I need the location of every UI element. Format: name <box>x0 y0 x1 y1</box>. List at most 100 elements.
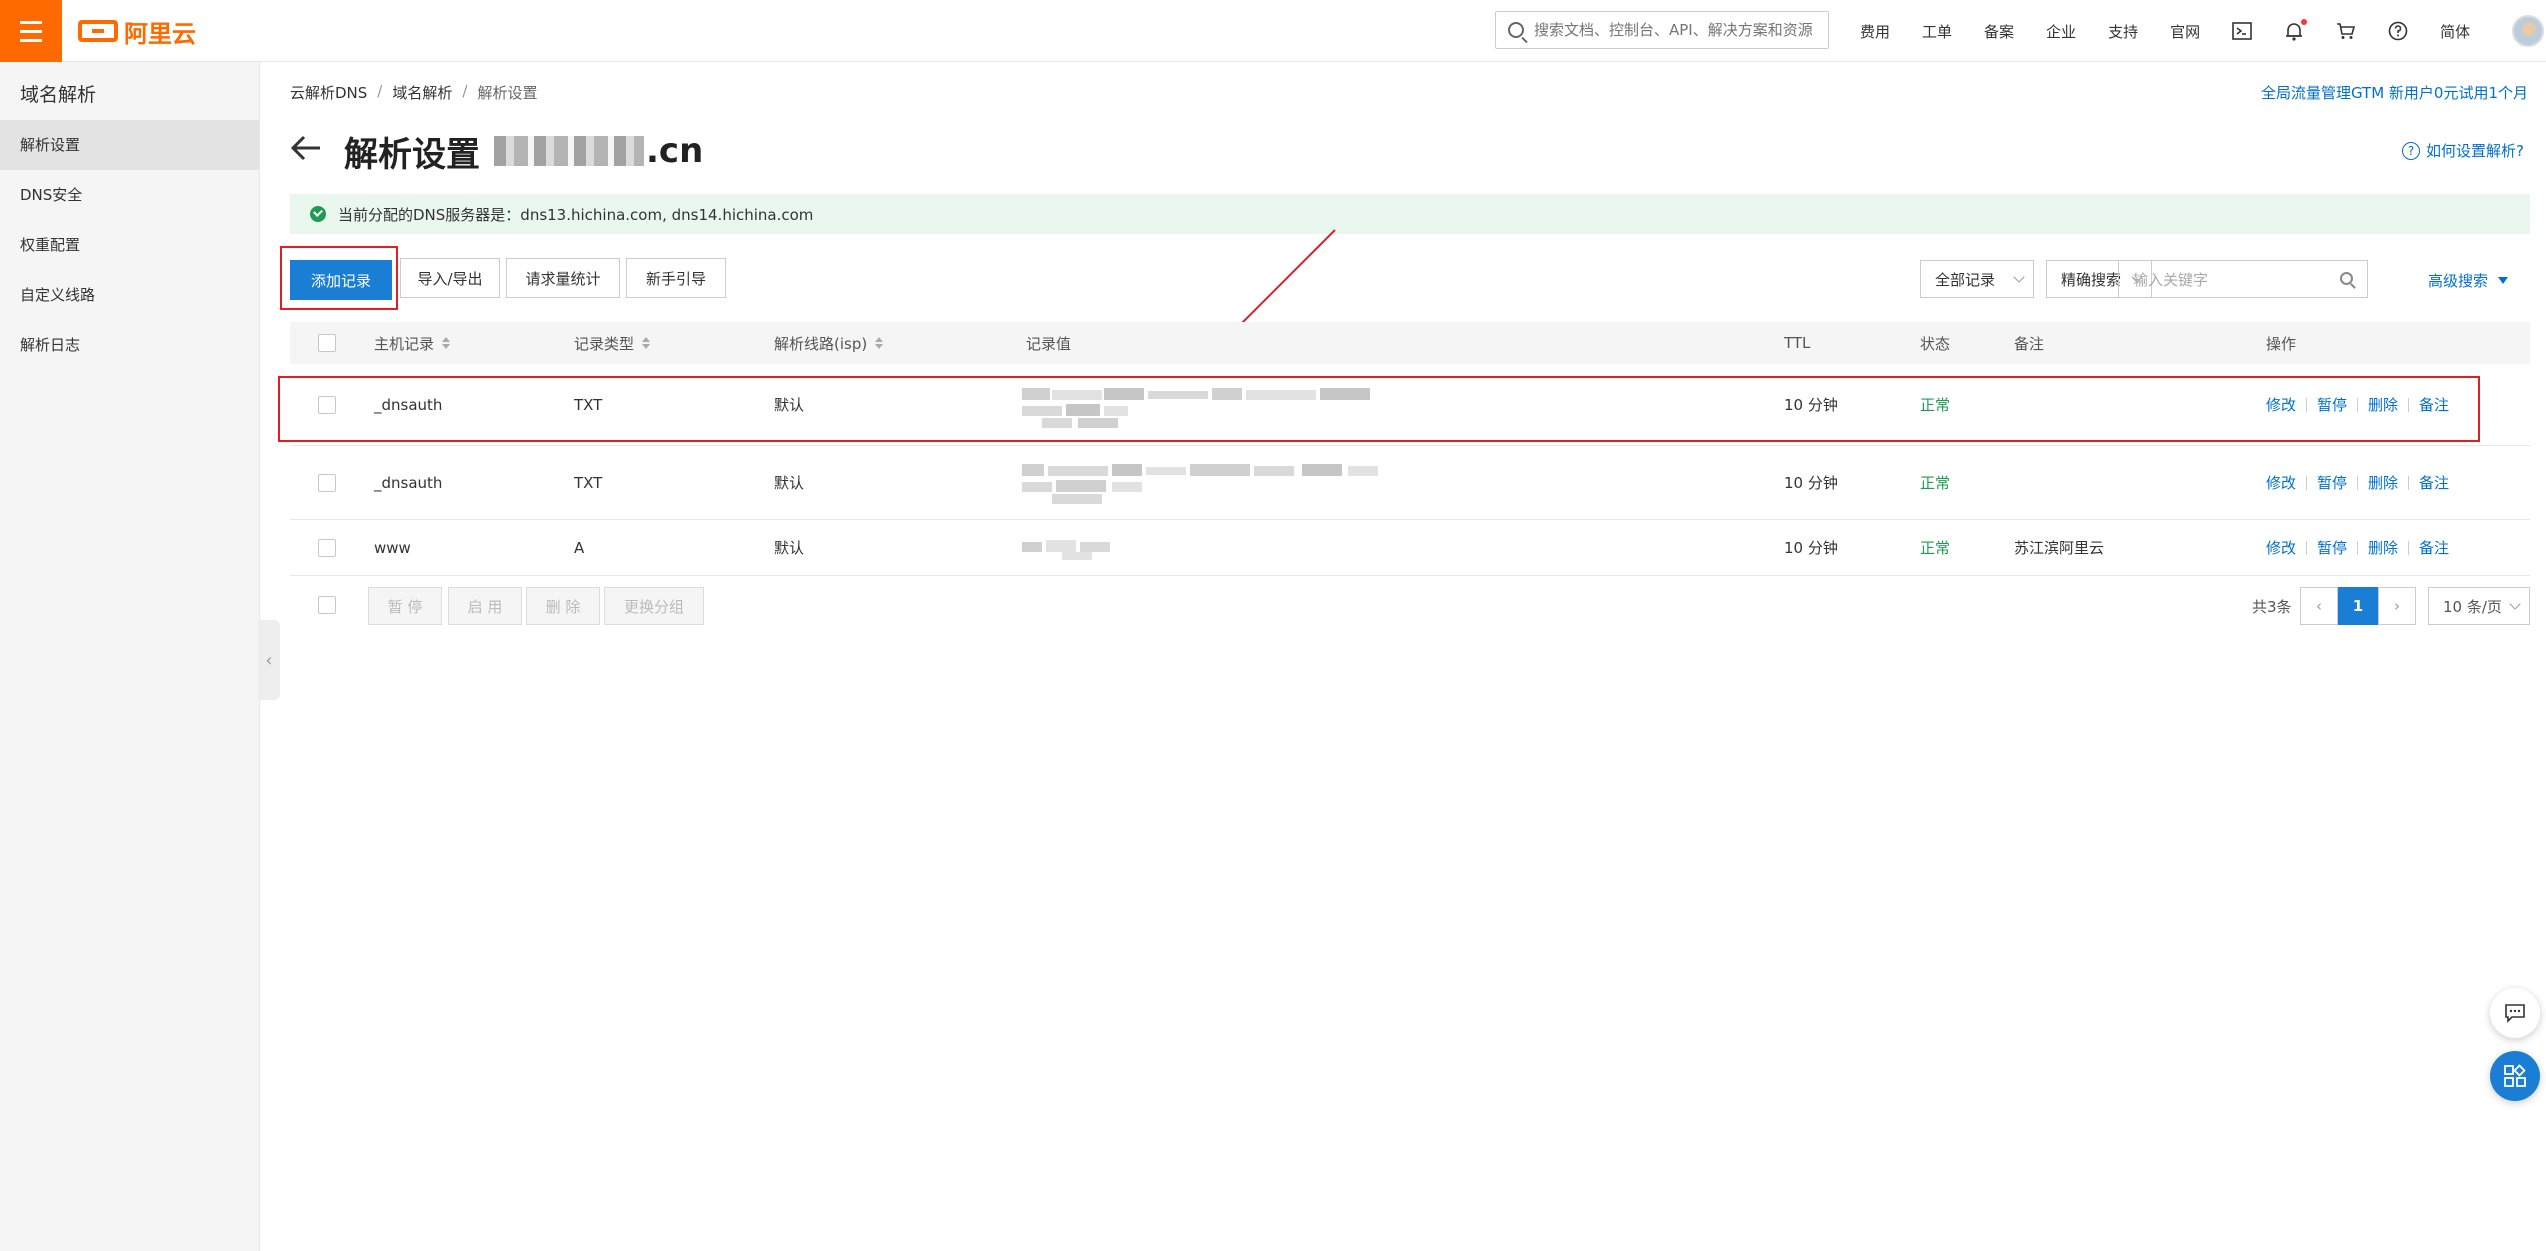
advanced-search-label: 高级搜索 <box>2428 272 2489 290</box>
header-host[interactable]: 主机记录 <box>374 322 451 364</box>
next-page-icon[interactable]: › <box>2378 587 2416 625</box>
edit-link[interactable]: 修改 <box>2266 537 2296 558</box>
edit-link[interactable]: 修改 <box>2266 472 2296 493</box>
change-group-button[interactable]: 更换分组 <box>604 587 704 625</box>
user-avatar[interactable] <box>2512 15 2544 47</box>
breadcrumb: 云解析DNS / 域名解析 / 解析设置 <box>290 82 537 103</box>
cell-host: _dnsauth <box>374 473 443 492</box>
status-badge: 正常 <box>1920 539 1951 557</box>
how-to-resolve-label: 如何设置解析? <box>2426 142 2524 160</box>
top-navbar: 阿里云 费用 工单 备案 企业 支持 官网 简体 <box>0 0 2546 62</box>
menu-icon[interactable] <box>0 0 62 62</box>
header-ttl: TTL <box>1784 334 1811 352</box>
import-export-button[interactable]: 导入/导出 <box>400 258 500 298</box>
language-switch[interactable]: 简体 <box>2440 21 2470 42</box>
pause-link[interactable]: 暂停 <box>2317 472 2347 493</box>
bulk-delete-button[interactable]: 删 除 <box>526 587 600 625</box>
delete-link[interactable]: 删除 <box>2368 472 2398 493</box>
chevron-down-icon <box>2013 271 2025 283</box>
header-type-label: 记录类型 <box>574 334 635 353</box>
header-line[interactable]: 解析线路(isp) <box>774 322 884 364</box>
header-host-label: 主机记录 <box>374 334 435 353</box>
request-stats-button[interactable]: 请求量统计 <box>506 258 620 298</box>
pause-link[interactable]: 暂停 <box>2317 537 2347 558</box>
row-actions: 修改 暂停 删除 备注 <box>2266 446 2449 519</box>
select-all-checkbox[interactable] <box>318 334 336 352</box>
delete-link[interactable]: 删除 <box>2368 537 2398 558</box>
row-checkbox[interactable] <box>318 538 336 557</box>
chat-icon[interactable] <box>2490 988 2540 1038</box>
redacted-record-value <box>1022 540 1110 560</box>
caret-down-icon <box>2498 277 2509 284</box>
breadcrumb-item-dns[interactable]: 云解析DNS <box>290 82 367 103</box>
sort-icon[interactable] <box>875 337 884 349</box>
gtm-promo-link[interactable]: 全局流量管理GTM 新用户0元试用1个月 <box>2261 82 2528 103</box>
terminal-icon[interactable] <box>2232 21 2252 41</box>
domain-suffix: .cn <box>646 131 704 171</box>
global-search-input[interactable] <box>1534 21 1814 39</box>
cell-type: TXT <box>574 473 603 492</box>
sidebar-item-dns-settings[interactable]: 解析设置 <box>0 120 259 170</box>
chevron-down-icon <box>2509 598 2521 610</box>
header-value: 记录值 <box>1026 334 1072 353</box>
breadcrumb-separator: / <box>377 82 383 100</box>
back-arrow-icon[interactable] <box>290 131 322 171</box>
cell-line: 默认 <box>774 539 805 557</box>
top-links: 费用 工单 备案 企业 支持 官网 简体 <box>1860 0 2502 62</box>
remark-link[interactable]: 备注 <box>2419 537 2449 558</box>
sidebar-item-weight[interactable]: 权重配置 <box>0 220 259 270</box>
bulk-enable-button[interactable]: 启 用 <box>448 587 522 625</box>
page-size-select[interactable]: 10 条/页 <box>2428 587 2530 625</box>
cart-icon[interactable] <box>2336 21 2356 41</box>
nav-link-icp[interactable]: 备案 <box>1984 21 2014 42</box>
nav-link-official[interactable]: 官网 <box>2170 21 2200 42</box>
page-number[interactable]: 1 <box>2338 587 2378 625</box>
page-size-value: 10 条/页 <box>2443 597 2502 616</box>
footer-select-all-checkbox[interactable] <box>318 596 336 614</box>
search-mode-value: 精确搜索 <box>2061 270 2122 289</box>
nav-link-support[interactable]: 支持 <box>2108 21 2138 42</box>
sort-icon[interactable] <box>642 337 651 349</box>
page-title: 解析设置 <box>344 134 480 175</box>
prev-page-icon[interactable]: ‹ <box>2300 587 2338 625</box>
breadcrumb-item-domain[interactable]: 域名解析 <box>392 82 452 103</box>
sidebar-item-custom-line[interactable]: 自定义线路 <box>0 270 259 320</box>
bulk-pause-button[interactable]: 暂 停 <box>368 587 442 625</box>
row-actions: 修改 暂停 删除 备注 <box>2266 520 2449 575</box>
highlight-add-record <box>280 246 398 310</box>
sidebar-item-log[interactable]: 解析日志 <box>0 320 259 370</box>
notification-dot <box>2301 19 2308 25</box>
row-checkbox[interactable] <box>318 473 336 492</box>
total-count: 共3条 <box>2252 598 2292 616</box>
record-filter-select[interactable]: 全部记录 <box>1920 260 2034 298</box>
brand-name: 阿里云 <box>124 19 196 48</box>
header-status: 状态 <box>1920 334 1951 353</box>
how-to-resolve-link[interactable]: ? 如何设置解析? <box>2402 140 2524 161</box>
search-icon[interactable] <box>2340 272 2353 285</box>
cell-line: 默认 <box>774 474 805 492</box>
brand-logo[interactable]: 阿里云 <box>78 16 196 48</box>
keyword-search-input[interactable]: 输入关键字 <box>2118 260 2368 298</box>
nav-link-billing[interactable]: 费用 <box>1860 21 1890 42</box>
advanced-search-toggle[interactable]: 高级搜索 <box>2428 270 2509 291</box>
cell-remark: 苏江滨阿里云 <box>2014 539 2105 557</box>
sidebar-title: 域名解析 <box>20 84 97 106</box>
remark-link[interactable]: 备注 <box>2419 472 2449 493</box>
sidebar: 域名解析 解析设置 DNS安全 权重配置 自定义线路 解析日志 <box>0 62 260 1251</box>
bell-icon[interactable] <box>2284 19 2308 41</box>
nav-link-ticket[interactable]: 工单 <box>1922 21 1952 42</box>
breadcrumb-item-current: 解析设置 <box>477 84 538 102</box>
global-search[interactable] <box>1495 11 1829 49</box>
apps-grid-icon[interactable] <box>2490 1051 2540 1101</box>
header-line-label: 解析线路(isp) <box>774 334 868 353</box>
help-icon[interactable] <box>2388 21 2408 41</box>
header-type[interactable]: 记录类型 <box>574 322 651 364</box>
nav-link-enterprise[interactable]: 企业 <box>2046 21 2076 42</box>
sidebar-collapse-icon[interactable]: ‹ <box>258 620 280 700</box>
dns-server-notice: 当前分配的DNS服务器是：dns13.hichina.com, dns14.hi… <box>290 194 2530 234</box>
guide-button[interactable]: 新手引导 <box>626 258 726 298</box>
sidebar-item-dns-security[interactable]: DNS安全 <box>0 170 259 220</box>
breadcrumb-separator: / <box>462 82 468 100</box>
header-ops: 操作 <box>2266 334 2297 353</box>
sort-icon[interactable] <box>442 337 451 349</box>
